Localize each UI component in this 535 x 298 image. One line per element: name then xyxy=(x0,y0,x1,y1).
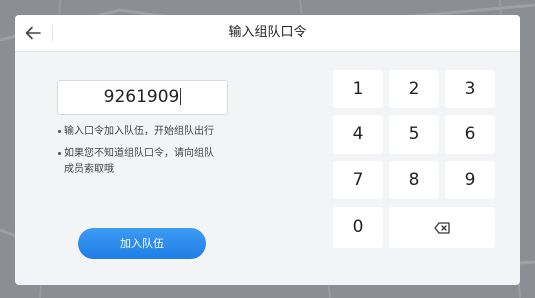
key-8[interactable]: 8 xyxy=(389,161,439,199)
key-2[interactable]: 2 xyxy=(389,70,439,108)
key-6[interactable]: 6 xyxy=(445,115,495,154)
header-divider xyxy=(52,25,53,41)
key-3[interactable]: 3 xyxy=(445,70,495,108)
hint-bullet xyxy=(58,130,61,133)
hint-bullet xyxy=(58,152,61,155)
key-9[interactable]: 9 xyxy=(445,161,495,199)
key-4[interactable]: 4 xyxy=(333,115,383,154)
text-cursor xyxy=(180,88,182,105)
backspace-icon xyxy=(434,221,450,234)
team-code-dialog: 输入组队口令 9261909 输入口令加入队伍，开始组队出行 如果您不知道组队口… xyxy=(15,15,520,285)
delete-key[interactable] xyxy=(389,207,495,248)
key-7[interactable]: 7 xyxy=(333,161,383,199)
team-code-value: 9261909 xyxy=(103,87,180,107)
hint-text-ask: 如果您不知道组队口令，请向组队 xyxy=(64,148,214,159)
team-code-input[interactable]: 9261909 xyxy=(57,80,228,115)
dialog-header: 输入组队口令 xyxy=(15,15,520,52)
join-team-button[interactable]: 加入队伍 xyxy=(78,228,206,259)
key-0[interactable]: 0 xyxy=(333,207,383,248)
key-5[interactable]: 5 xyxy=(389,115,439,154)
hint-text-join: 输入口令加入队伍，开始组队出行 xyxy=(64,126,214,137)
arrow-left-icon xyxy=(25,26,41,40)
page-title: 输入组队口令 xyxy=(228,25,307,40)
key-1[interactable]: 1 xyxy=(333,70,383,108)
hint-text-ask-cont: 成员索取哦 xyxy=(64,164,114,175)
back-button[interactable] xyxy=(19,20,47,46)
